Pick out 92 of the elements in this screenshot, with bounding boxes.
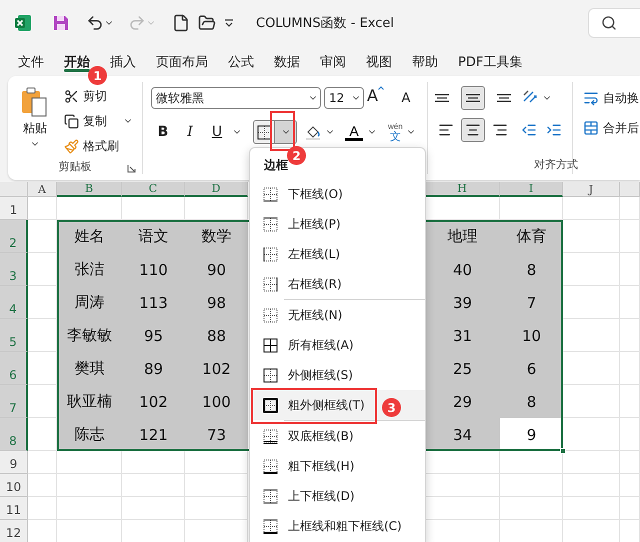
table-cell: 6 bbox=[500, 352, 563, 385]
ribbon-tab[interactable]: 数据 bbox=[264, 46, 310, 74]
table-cell: 姓名 bbox=[57, 220, 122, 253]
column-header[interactable]: J bbox=[563, 182, 620, 197]
wrap-text-button[interactable]: 自动换 bbox=[581, 86, 640, 110]
table-cell: 88 bbox=[185, 319, 248, 352]
table-cell: 李敏敏 bbox=[57, 319, 122, 352]
column-header[interactable]: A bbox=[28, 182, 57, 197]
grow-font-button[interactable]: A bbox=[367, 86, 391, 110]
column-header[interactable]: B bbox=[57, 182, 122, 197]
column-header[interactable]: I bbox=[500, 182, 563, 197]
row-header[interactable]: 11 bbox=[0, 497, 28, 520]
table-cell: 8 bbox=[500, 253, 563, 286]
table-cell: 体育 bbox=[500, 220, 563, 253]
menu-item[interactable]: 无框线(N) bbox=[250, 300, 425, 330]
table-cell: 98 bbox=[185, 286, 248, 319]
column-header[interactable]: D bbox=[185, 182, 248, 197]
bold-button[interactable]: B bbox=[151, 120, 175, 144]
ribbon-tab[interactable]: 审阅 bbox=[310, 46, 356, 74]
row-header[interactable]: 12 bbox=[0, 520, 28, 542]
ribbon-tab[interactable]: PDF工具集 bbox=[448, 46, 532, 74]
table-cell: 113 bbox=[122, 286, 185, 319]
table-cell: 73 bbox=[185, 418, 248, 451]
window-title: COLUMNS函数 - Excel bbox=[256, 15, 394, 32]
table-cell: 10 bbox=[500, 319, 563, 352]
column-header[interactable]: C bbox=[122, 182, 185, 197]
step-badge: 1 bbox=[88, 66, 107, 85]
copy-button[interactable]: 复制 bbox=[62, 109, 135, 133]
row-header[interactable]: 7 bbox=[0, 385, 28, 418]
table-cell: 102 bbox=[185, 352, 248, 385]
shrink-font-button[interactable]: A bbox=[394, 86, 418, 110]
ribbon-tab[interactable]: 公式 bbox=[218, 46, 264, 74]
table-cell: 25 bbox=[425, 352, 500, 385]
format-painter-button[interactable]: 格式刷 bbox=[62, 134, 135, 158]
group-label: 剪贴板 bbox=[58, 158, 92, 174]
table-cell: 耿亚楠 bbox=[57, 385, 122, 418]
paste-button[interactable]: 粘贴 bbox=[12, 82, 58, 158]
merge-button[interactable]: 合并后 bbox=[581, 116, 640, 140]
table-cell: 34 bbox=[425, 418, 500, 451]
menu-item[interactable]: 所有框线(A) bbox=[250, 330, 425, 360]
row-header[interactable]: 2 bbox=[0, 220, 28, 253]
table-cell: 31 bbox=[425, 319, 500, 352]
font-size-field[interactable]: 12 bbox=[324, 87, 364, 109]
row-header[interactable]: 9 bbox=[0, 451, 28, 474]
table-cell: 7 bbox=[500, 286, 563, 319]
table-cell: 102 bbox=[122, 385, 185, 418]
row-header[interactable]: 10 bbox=[0, 474, 28, 497]
table-cell: 95 bbox=[122, 319, 185, 352]
group-label: 对齐方式 bbox=[534, 156, 578, 172]
table-cell: 40 bbox=[425, 253, 500, 286]
table-cell: 8 bbox=[500, 385, 563, 418]
table-cell: 110 bbox=[122, 253, 185, 286]
table-cell: 地理 bbox=[425, 220, 500, 253]
table-cell: 樊琪 bbox=[57, 352, 122, 385]
table-cell: 张洁 bbox=[57, 253, 122, 286]
table-cell: 陈志 bbox=[57, 418, 122, 451]
table-cell: 39 bbox=[425, 286, 500, 319]
menu-item[interactable]: 双底框线(B) bbox=[250, 421, 425, 451]
row-header[interactable]: 3 bbox=[0, 253, 28, 286]
underline-button[interactable]: U bbox=[205, 120, 229, 144]
ribbon-tab[interactable]: 帮助 bbox=[402, 46, 448, 74]
cut-button[interactable]: 剪切 bbox=[62, 84, 135, 108]
row-header[interactable]: 8 bbox=[0, 418, 28, 451]
table-cell: 100 bbox=[185, 385, 248, 418]
menu-item[interactable]: 上下框线(D) bbox=[250, 481, 425, 511]
table-cell: 89 bbox=[122, 352, 185, 385]
ribbon-tab[interactable]: 页面布局 bbox=[146, 46, 218, 74]
table-cell: 121 bbox=[122, 418, 185, 451]
row-header[interactable]: 5 bbox=[0, 319, 28, 352]
table-cell: 29 bbox=[425, 385, 500, 418]
table-cell: 语文 bbox=[122, 220, 185, 253]
row-header[interactable]: 4 bbox=[0, 286, 28, 319]
font-name-field[interactable]: 微软雅黑 bbox=[151, 87, 321, 109]
menu-item[interactable]: 粗下框线(H) bbox=[250, 451, 425, 481]
row-header[interactable]: 1 bbox=[0, 197, 28, 220]
table-cell: 周涛 bbox=[57, 286, 122, 319]
italic-button[interactable]: I bbox=[178, 120, 202, 144]
row-header[interactable]: 6 bbox=[0, 352, 28, 385]
menu-item[interactable]: 上框线和粗下框线(C) bbox=[250, 511, 425, 541]
menu-item[interactable]: 右框线(R) bbox=[250, 269, 425, 299]
menu-title: 边框 bbox=[264, 157, 288, 174]
table-cell: 数学 bbox=[185, 220, 248, 253]
menu-item[interactable]: 左框线(L) bbox=[250, 239, 425, 269]
ribbon-tab[interactable]: 文件 bbox=[8, 46, 54, 74]
table-cell: 90 bbox=[185, 253, 248, 286]
phonetic-button[interactable]: wén 文 bbox=[388, 122, 403, 142]
menu-item[interactable]: 外侧框线(S) bbox=[250, 360, 425, 390]
menu-item[interactable]: 下框线(O) bbox=[250, 179, 425, 209]
font-color-button[interactable]: A bbox=[344, 124, 364, 140]
column-header[interactable]: H bbox=[425, 182, 500, 197]
ribbon-tab[interactable]: 视图 bbox=[356, 46, 402, 74]
menu-item[interactable]: 上框线(P) bbox=[250, 209, 425, 239]
